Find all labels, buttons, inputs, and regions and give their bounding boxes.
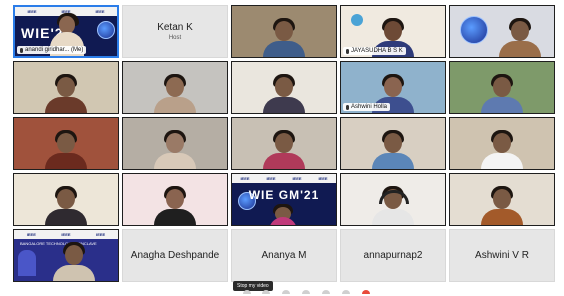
participant-tile[interactable]: Anagha Deshpande	[122, 229, 228, 282]
toolbar-button[interactable]	[243, 290, 251, 294]
toolbar-button[interactable]	[322, 290, 330, 294]
sponsor-logos: IEEE IEEE IEEE IEEE	[232, 174, 336, 183]
participant-video	[261, 17, 307, 57]
participant-name: Anagha Deshpande	[130, 250, 220, 261]
participant-tile[interactable]	[449, 5, 555, 58]
toolbar-button[interactable]	[282, 290, 290, 294]
participant-tile[interactable]	[122, 61, 228, 114]
participant-tile[interactable]	[231, 117, 337, 170]
participant-tile[interactable]	[449, 173, 555, 226]
participant-video	[152, 73, 198, 113]
participant-video	[152, 129, 198, 169]
participant-tile[interactable]: Ashwini V R	[449, 229, 555, 282]
participant-tile[interactable]	[449, 117, 555, 170]
sponsor-logos: IEEE IEEE IEEE	[14, 230, 118, 239]
participant-tile[interactable]: annapurnap2	[340, 229, 446, 282]
participant-video	[261, 73, 307, 113]
participant-video	[479, 129, 525, 169]
mic-icon	[346, 104, 349, 110]
participant-tile[interactable]	[122, 117, 228, 170]
participant-tile-banner[interactable]: IEEE IEEE IEEE BANGALORE TECHNOLOGY CONCLA…	[13, 229, 119, 282]
mic-icon	[346, 48, 349, 54]
toolbar-button[interactable]	[262, 290, 270, 294]
participant-video	[43, 73, 89, 113]
participant-tile[interactable]	[13, 117, 119, 170]
participant-tile[interactable]: Ananya M	[231, 229, 337, 282]
participant-tile-host[interactable]: Ketan K Host	[122, 5, 228, 58]
toolbar-button[interactable]	[342, 290, 350, 294]
globe-icon	[460, 16, 488, 44]
participant-video	[479, 73, 525, 113]
participant-name-label: JAYASUDHA B S K	[343, 47, 406, 55]
participant-tile[interactable]	[340, 173, 446, 226]
participant-name: Ashwini V R	[475, 250, 529, 261]
participant-tile[interactable]	[13, 173, 119, 226]
participant-tile-self[interactable]: IEEE IEEE IEEE WIE'21 anandi giridhar... (…	[13, 5, 119, 58]
mic-icon	[20, 47, 23, 53]
participant-tile[interactable]	[449, 61, 555, 114]
participant-tile[interactable]	[122, 173, 228, 226]
decoration-icon	[351, 14, 363, 26]
participant-name: Ananya M	[261, 250, 307, 261]
participant-video	[51, 241, 97, 281]
profile-silhouette-icon	[18, 250, 36, 276]
participant-name-label: anandi giridhar... (Me)	[17, 46, 87, 54]
participant-name: annapurnap2	[363, 250, 423, 261]
toolbar-button[interactable]	[302, 290, 310, 294]
participant-video	[370, 129, 416, 169]
participant-video	[497, 17, 543, 57]
participant-tile[interactable]: Ashwini Holla	[340, 61, 446, 114]
host-badge: Host	[168, 35, 182, 41]
leave-meeting-button[interactable]	[362, 290, 370, 294]
banner-text: WIE GM'21	[248, 188, 320, 202]
video-grid: IEEE IEEE IEEE WIE'21 anandi giridhar... (…	[13, 5, 555, 285]
participant-tile-banner[interactable]: IEEE IEEE IEEE IEEE WIE GM'21	[231, 173, 337, 226]
participant-name-label: Ashwini Holla	[343, 103, 391, 111]
participant-tile[interactable]: JAYASUDHA B S K	[340, 5, 446, 58]
participant-video	[269, 203, 299, 225]
participant-tile[interactable]	[231, 5, 337, 58]
participant-video	[43, 129, 89, 169]
participant-name: Ketan K	[157, 22, 193, 33]
participant-video	[479, 185, 525, 225]
participant-video	[43, 185, 89, 225]
participant-video	[261, 129, 307, 169]
participant-video	[152, 185, 198, 225]
participant-tile[interactable]	[340, 117, 446, 170]
participant-tile[interactable]	[13, 61, 119, 114]
participant-tile[interactable]	[231, 61, 337, 114]
